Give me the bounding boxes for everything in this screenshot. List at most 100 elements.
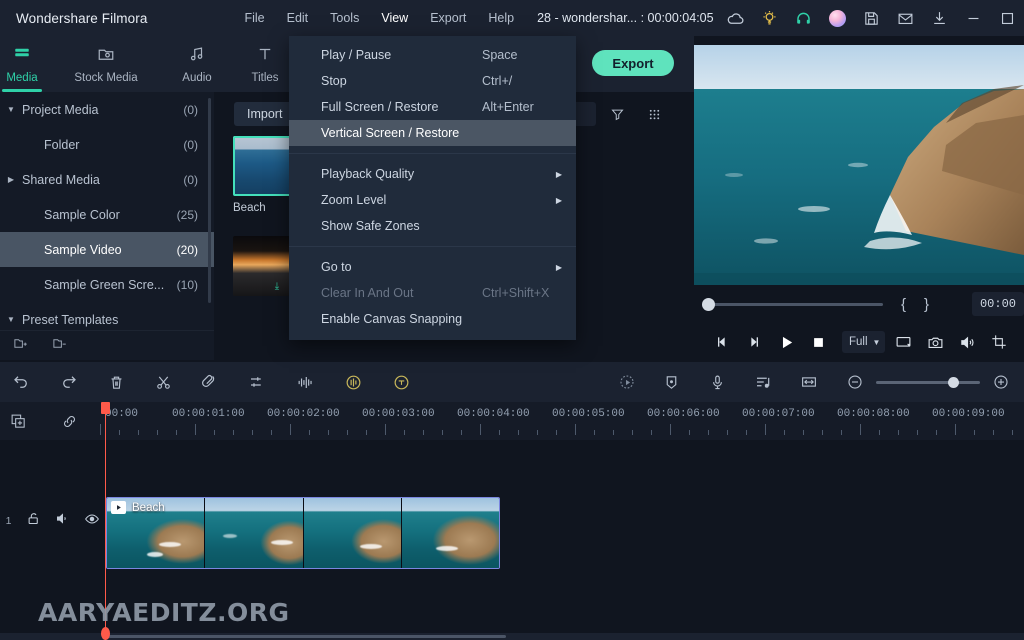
download-icon[interactable] bbox=[922, 0, 956, 36]
crop-icon[interactable] bbox=[195, 367, 225, 397]
eye-icon[interactable] bbox=[84, 511, 100, 532]
stop-icon[interactable] bbox=[804, 328, 832, 356]
tab-media[interactable]: Media bbox=[0, 36, 66, 92]
track-volume-icon[interactable] bbox=[55, 511, 70, 531]
timeline-clip-beach[interactable]: Beach bbox=[106, 497, 500, 569]
playback-quality-value: Full bbox=[849, 336, 868, 348]
save-icon[interactable] bbox=[854, 0, 888, 36]
add-track-icon[interactable] bbox=[6, 411, 30, 431]
menu-item-play-pause[interactable]: Play / Pause Space bbox=[289, 42, 576, 68]
maximize-icon[interactable] bbox=[990, 0, 1024, 36]
ruler-tick-minor bbox=[537, 430, 538, 435]
unlock-icon[interactable] bbox=[26, 511, 41, 531]
audio-mixer-icon[interactable] bbox=[748, 367, 778, 397]
speed-icon[interactable] bbox=[338, 367, 368, 397]
download-badge-icon: ⤓ bbox=[274, 281, 280, 292]
remove-folder-icon[interactable] bbox=[51, 336, 68, 356]
camera-snapshot-icon[interactable] bbox=[921, 328, 949, 356]
cloud-icon[interactable] bbox=[718, 0, 752, 36]
marker-icon[interactable] bbox=[656, 367, 686, 397]
render-preview-icon[interactable] bbox=[610, 367, 640, 397]
previous-frame-icon[interactable] bbox=[708, 328, 736, 356]
adjust-icon[interactable] bbox=[242, 367, 272, 397]
sidebar-item-sample-color[interactable]: Sample Color (25) bbox=[0, 197, 214, 232]
clip-frame bbox=[401, 498, 499, 568]
ruler-tick-minor bbox=[157, 430, 158, 435]
ruler-tick-minor bbox=[556, 430, 557, 435]
timeline-horizontal-scrollbar[interactable] bbox=[106, 635, 506, 638]
avatar-icon[interactable] bbox=[820, 0, 854, 36]
preview-progress-knob[interactable] bbox=[702, 297, 715, 311]
menu-item-shortcut: Alt+Enter bbox=[482, 100, 534, 114]
text-speed-icon[interactable] bbox=[386, 367, 416, 397]
view-dropdown-menu[interactable]: Play / Pause Space Stop Ctrl+/ Full Scre… bbox=[289, 36, 576, 340]
audio-waveform-icon[interactable] bbox=[290, 367, 320, 397]
headset-icon[interactable] bbox=[786, 0, 820, 36]
ruler-tick-minor bbox=[917, 430, 918, 435]
menu-export[interactable]: Export bbox=[419, 3, 477, 33]
playhead-handle-bottom[interactable] bbox=[101, 627, 110, 640]
play-icon[interactable] bbox=[772, 328, 800, 356]
screen-snapshot-icon[interactable] bbox=[889, 328, 917, 356]
preview-progress-slider[interactable] bbox=[702, 297, 883, 311]
timeline-ruler[interactable]: 00:00 00:00:01:00 00:00:02:00 00:00:03:0… bbox=[100, 402, 1024, 440]
timeline-zoom-slider[interactable] bbox=[876, 376, 980, 388]
preview-timecode[interactable]: 00:00 bbox=[971, 292, 1024, 316]
title-bar: Wondershare Filmora File Edit Tools View… bbox=[0, 0, 1024, 36]
timeline-toolbar bbox=[0, 362, 1024, 402]
sidebar-item-sample-video[interactable]: Sample Video (20) bbox=[0, 232, 214, 267]
mark-out-button[interactable]: } bbox=[924, 296, 929, 313]
mark-in-button[interactable]: { bbox=[901, 296, 906, 313]
sidebar-item-folder[interactable]: Folder (0) bbox=[0, 127, 214, 162]
redo-icon[interactable] bbox=[54, 367, 84, 397]
menu-item-label: Vertical Screen / Restore bbox=[321, 126, 460, 140]
menu-view[interactable]: View bbox=[370, 3, 419, 33]
sidebar-count: (20) bbox=[176, 242, 198, 257]
menu-item-enable-canvas-snapping[interactable]: Enable Canvas Snapping bbox=[289, 306, 576, 332]
sidebar-item-project-media[interactable]: ▼ Project Media (0) bbox=[0, 92, 214, 127]
ruler-tick-minor bbox=[328, 430, 329, 435]
menu-item-full-screen-restore[interactable]: Full Screen / Restore Alt+Enter bbox=[289, 94, 576, 120]
split-icon[interactable] bbox=[148, 367, 178, 397]
menu-file[interactable]: File bbox=[233, 3, 275, 33]
menu-item-zoom-level[interactable]: Zoom Level ▶ bbox=[289, 187, 576, 213]
minimize-icon[interactable] bbox=[956, 0, 990, 36]
undo-icon[interactable] bbox=[6, 367, 36, 397]
filter-icon[interactable] bbox=[604, 101, 630, 127]
export-button[interactable]: Export bbox=[592, 50, 674, 76]
fit-timeline-icon[interactable] bbox=[794, 367, 824, 397]
next-frame-icon[interactable] bbox=[740, 328, 768, 356]
import-button[interactable]: Import bbox=[234, 102, 296, 126]
menu-item-show-safe-zones[interactable]: Show Safe Zones bbox=[289, 213, 576, 239]
playhead-handle-top[interactable] bbox=[101, 402, 110, 414]
menu-item-stop[interactable]: Stop Ctrl+/ bbox=[289, 68, 576, 94]
ruler-tick-minor bbox=[119, 430, 120, 435]
link-icon[interactable] bbox=[57, 411, 81, 431]
menu-item-go-to[interactable]: Go to ▶ bbox=[289, 254, 576, 280]
playback-quality-select[interactable]: Full ▼ bbox=[842, 331, 886, 353]
delete-icon[interactable] bbox=[101, 367, 131, 397]
tab-stock-media[interactable]: Stock Media bbox=[62, 36, 150, 92]
zoom-out-icon[interactable] bbox=[840, 367, 870, 397]
ruler-tick-major bbox=[860, 424, 861, 435]
crop-icon[interactable] bbox=[985, 328, 1013, 356]
sidebar-item-sample-green-screen[interactable]: Sample Green Scre... (10) bbox=[0, 267, 214, 302]
menu-item-playback-quality[interactable]: Playback Quality ▶ bbox=[289, 161, 576, 187]
sidebar-item-shared-media[interactable]: ▶ Shared Media (0) bbox=[0, 162, 214, 197]
mail-icon[interactable] bbox=[888, 0, 922, 36]
menu-item-vertical-screen-restore[interactable]: Vertical Screen / Restore bbox=[289, 120, 576, 146]
stock-media-icon bbox=[96, 45, 116, 68]
menu-edit[interactable]: Edit bbox=[276, 3, 320, 33]
volume-icon[interactable] bbox=[953, 328, 981, 356]
voiceover-icon[interactable] bbox=[702, 367, 732, 397]
zoom-in-icon[interactable] bbox=[986, 367, 1016, 397]
sidebar-scrollbar[interactable] bbox=[208, 98, 211, 303]
timeline-zoom-knob[interactable] bbox=[948, 376, 959, 388]
grid-view-icon[interactable] bbox=[641, 101, 667, 127]
menu-tools[interactable]: Tools bbox=[319, 3, 370, 33]
menu-help[interactable]: Help bbox=[477, 3, 525, 33]
new-folder-icon[interactable] bbox=[12, 336, 29, 356]
ruler-label: 00:00:01:00 bbox=[172, 408, 245, 420]
lightbulb-icon[interactable] bbox=[752, 0, 786, 36]
preview-video-canvas[interactable] bbox=[694, 45, 1024, 285]
